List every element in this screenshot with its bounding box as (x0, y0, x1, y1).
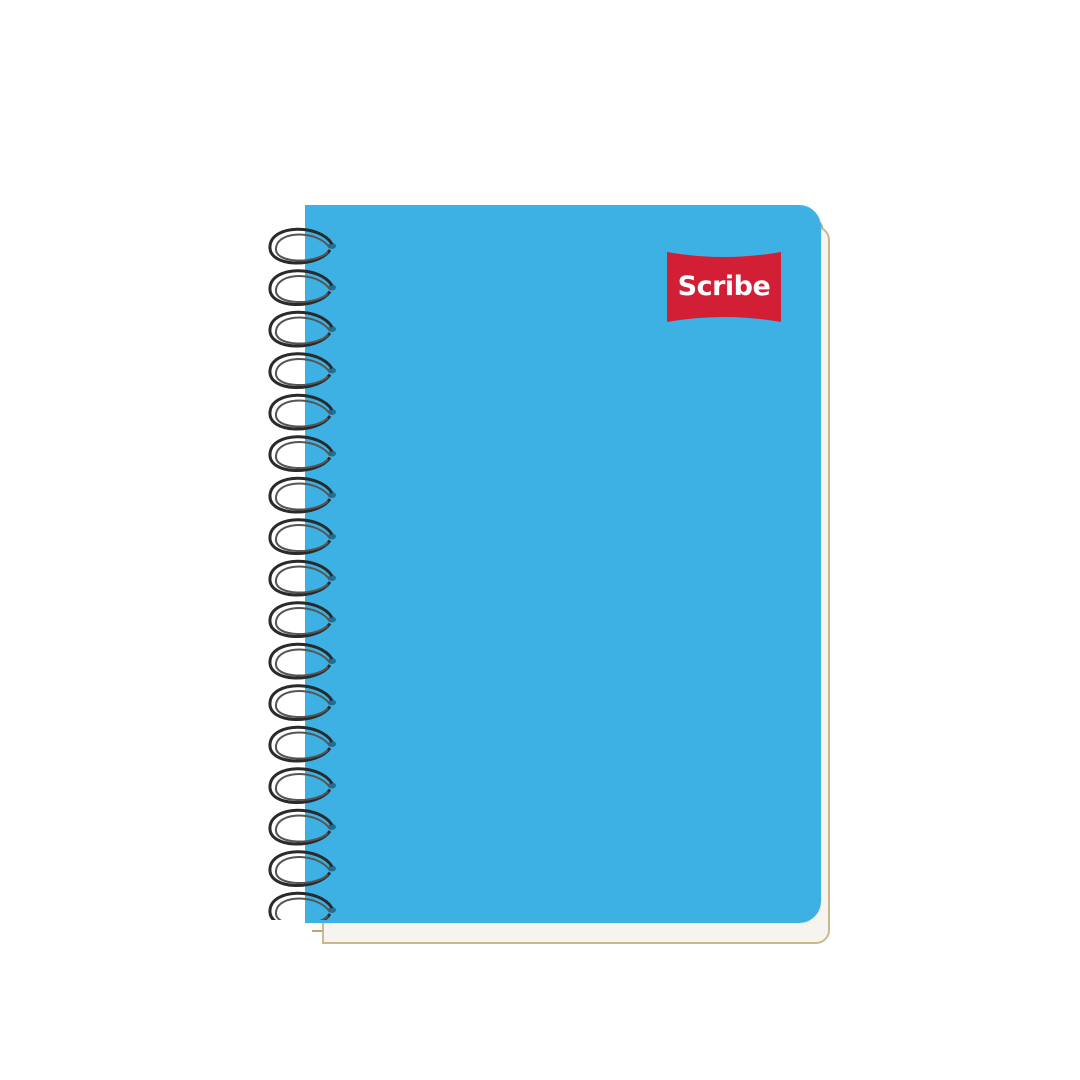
spiral-ring (268, 891, 336, 920)
spiral-ring (268, 310, 336, 348)
spiral-ring (268, 601, 336, 638)
spiral-binding (260, 220, 350, 920)
spiral-rings (268, 227, 336, 920)
spiral-ring (268, 850, 336, 887)
spiral-ring (268, 559, 336, 597)
spiral-ring (268, 518, 336, 555)
spiral-ring (268, 684, 336, 721)
spiral-ring (268, 435, 336, 472)
product-image: Scribe (0, 0, 1080, 1080)
brand-logo: Scribe (665, 250, 783, 324)
spiral-ring (268, 352, 336, 389)
spiral-ring (268, 476, 336, 514)
spiral-ring (268, 808, 336, 846)
spiral-ring (268, 227, 336, 265)
spiral-ring (268, 269, 336, 306)
spiral-ring (268, 767, 336, 804)
spiral-ring (268, 393, 336, 431)
spiral-ring (268, 725, 336, 763)
spiral-ring (268, 642, 336, 680)
brand-text: Scribe (677, 271, 771, 302)
